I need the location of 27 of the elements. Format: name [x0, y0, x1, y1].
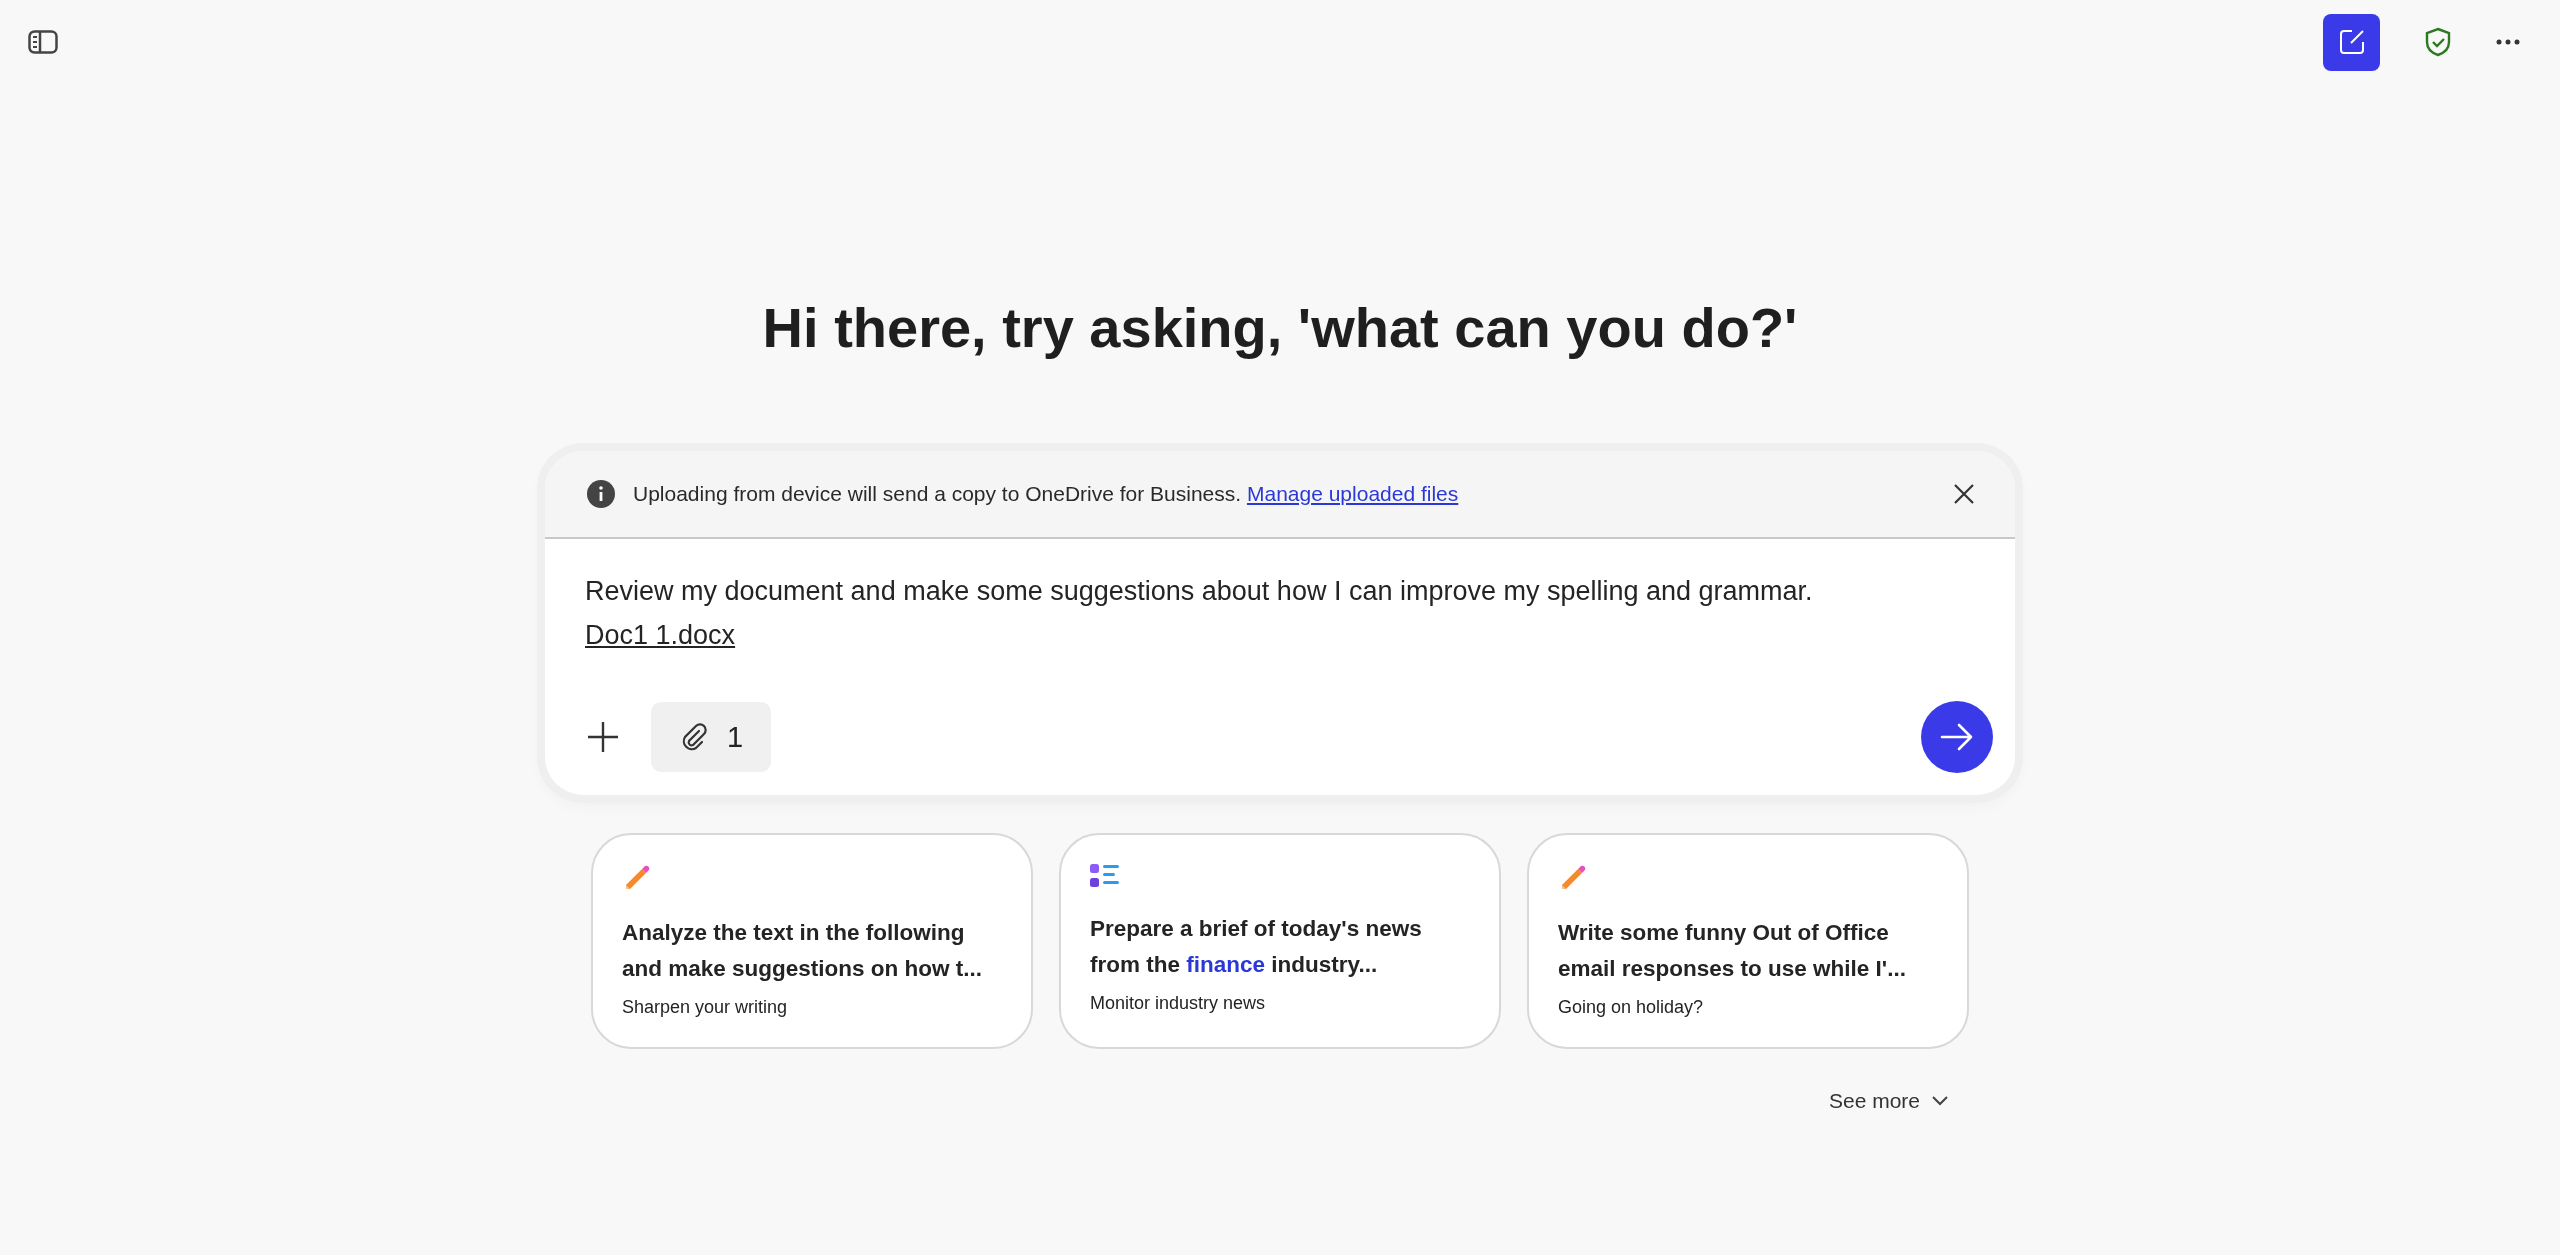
manage-files-link[interactable]: Manage uploaded files — [1246, 482, 1459, 505]
new-chat-button[interactable] — [2323, 13, 2380, 71]
suggestion-title: Prepare a brief of today's news from the finance industry... — [1090, 915, 1423, 979]
file-link[interactable]: Doc1 1.docx — [585, 620, 736, 650]
suggestion-card[interactable]: Analyze the text in the following and make suggestions on how t... Sharpen your writing — [591, 833, 1033, 1049]
chevron-down-icon — [1932, 1096, 1948, 1106]
suggestion-card[interactable]: Prepare a brief of today's news from the finance industry... Monitor industry news — [1059, 833, 1501, 1049]
suggestion-title: Analyze the text in the following and make suggestions on how t... — [622, 919, 984, 983]
see-more-button[interactable]: See more — [1808, 1089, 1968, 1113]
sidebar-toggle-icon[interactable] — [28, 30, 58, 54]
suggestion-subtitle: Going on holiday? — [1558, 997, 1705, 1018]
info-icon — [587, 480, 615, 508]
suggestion-title: Write some funny Out of Office email responses to use while I'... — [1558, 919, 1907, 983]
add-icon[interactable] — [587, 721, 619, 753]
suggestion-subtitle: Sharpen your writing — [622, 997, 789, 1018]
attachments-button[interactable]: 1 — [651, 702, 772, 772]
list-icon — [1090, 863, 1120, 889]
compose-icon — [2337, 28, 2366, 56]
suggestion-card[interactable]: Write some funny Out of Office email responses to use while I'... Going on holiday? — [1527, 833, 1969, 1049]
arrow-right-icon — [1940, 722, 1974, 752]
notice-text: Uploading from device will send a copy to OneDrive for Business. Manage uploaded files — [633, 482, 1460, 506]
more-options-icon[interactable] — [2496, 39, 2520, 45]
greeting-heading: Hi there, try asking, 'what can you do?' — [762, 295, 1798, 361]
message-input[interactable]: Review my document and make some suggestions about how I can improve my spelling and grammar. Doc1 1.docx — [545, 539, 2015, 679]
close-icon[interactable] — [1953, 483, 1975, 505]
shield-check-icon[interactable] — [2424, 27, 2452, 57]
suggestion-subtitle: Monitor industry news — [1090, 993, 1267, 1014]
